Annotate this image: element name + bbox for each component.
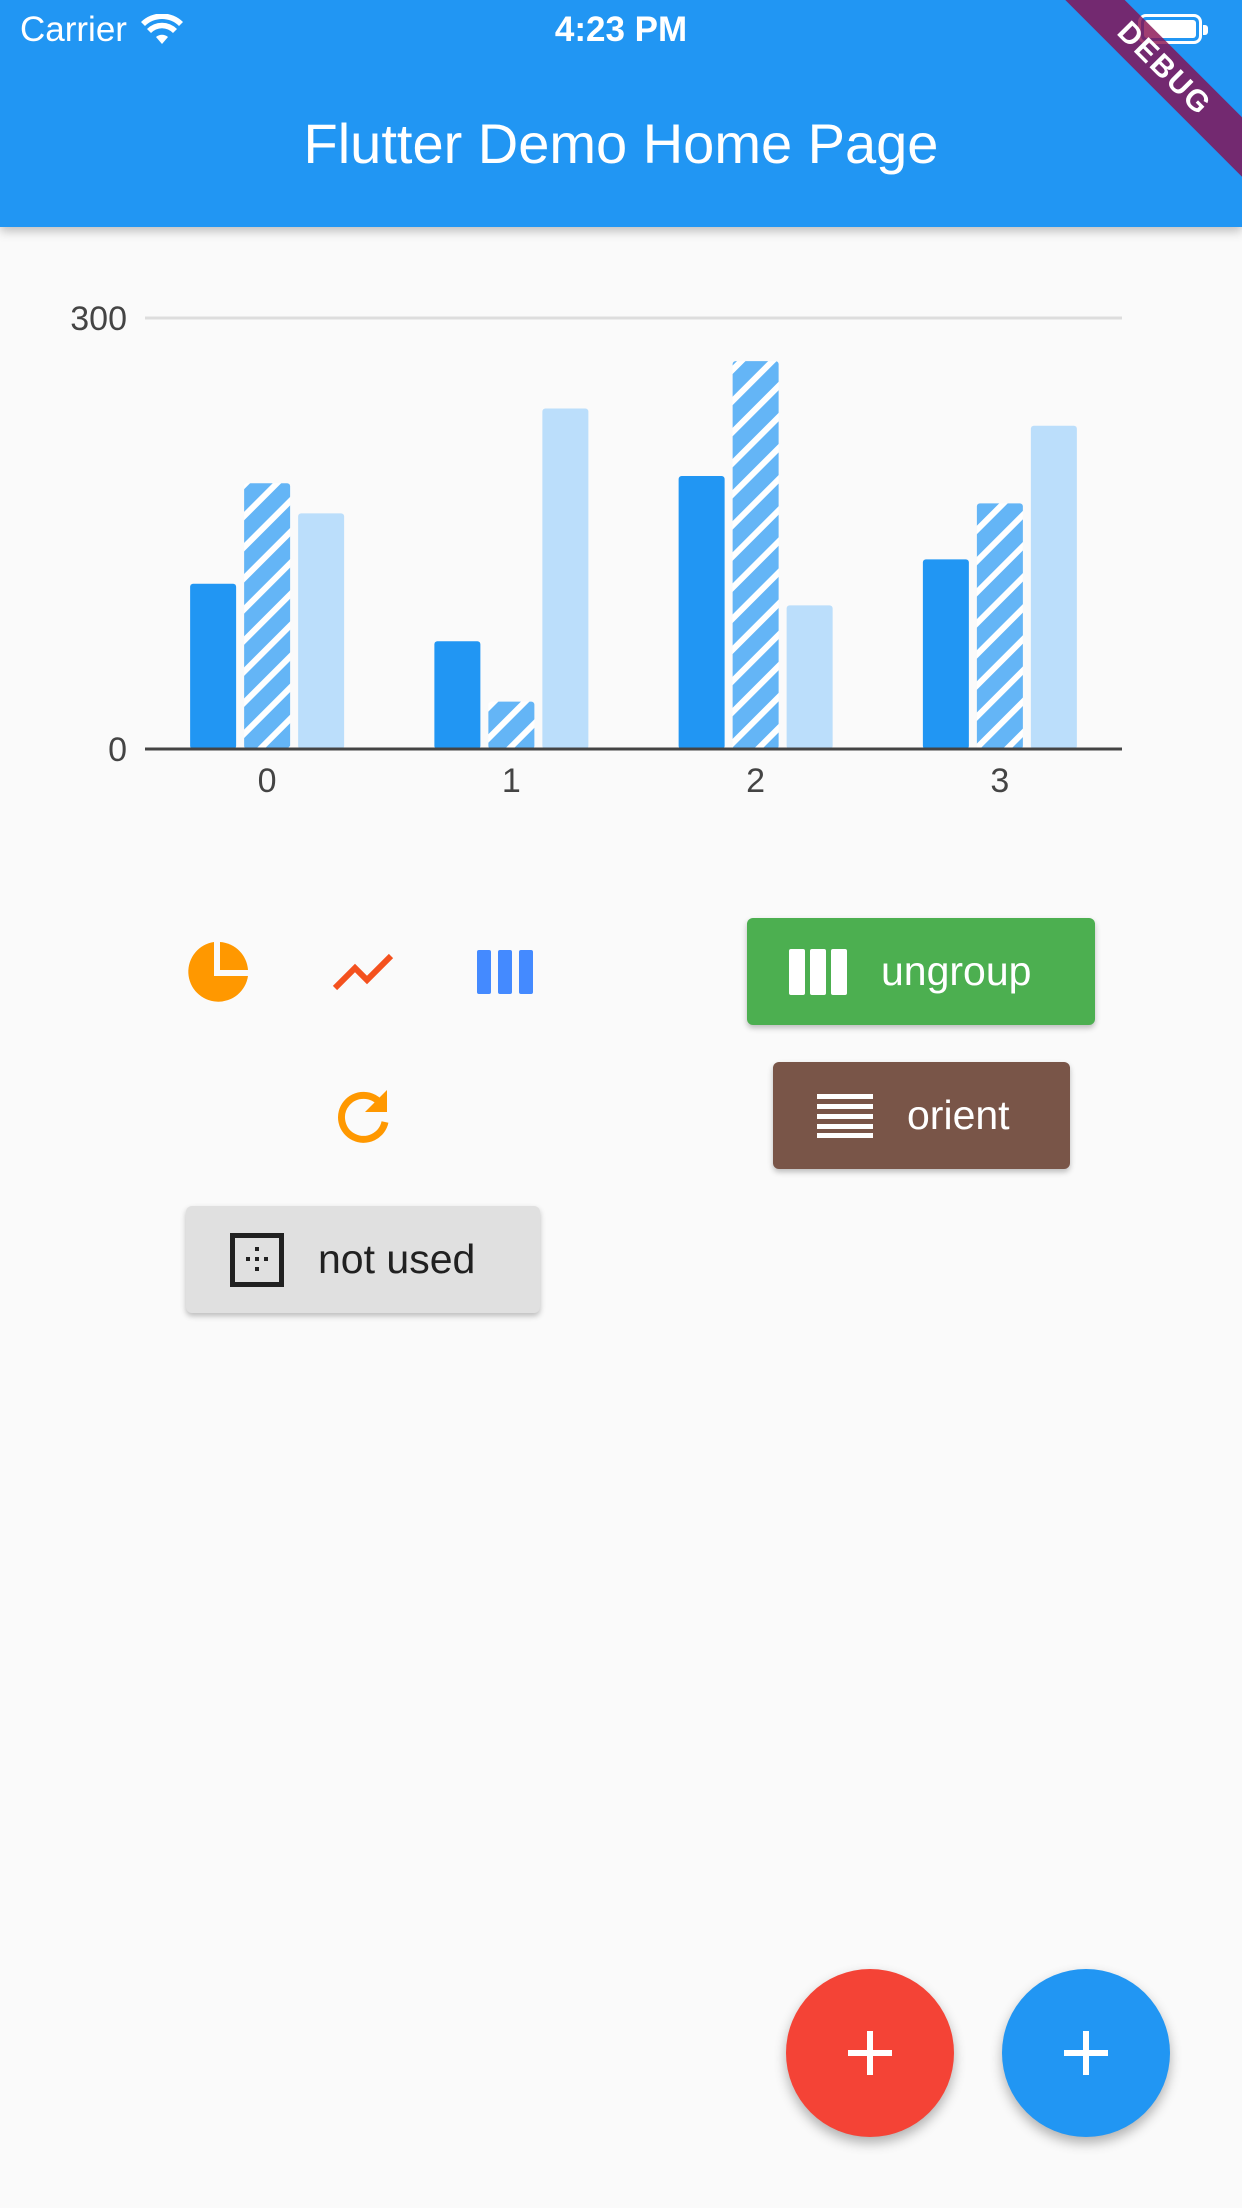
add-fab-blue[interactable]: [1002, 1969, 1170, 2137]
bar: [976, 503, 1023, 749]
refresh-icon[interactable]: [318, 1071, 408, 1161]
not-used-button[interactable]: not used: [186, 1206, 540, 1313]
x-tick-label: 0: [258, 762, 277, 800]
bar: [298, 513, 345, 749]
not-used-button-label: not used: [318, 1236, 476, 1282]
bar: [244, 483, 291, 749]
list-lines-icon: [817, 1093, 873, 1138]
add-icon: [848, 2031, 892, 2075]
orient-button[interactable]: orient: [773, 1062, 1070, 1169]
bar: [434, 641, 481, 749]
add-fab-red[interactable]: [786, 1969, 954, 2137]
orient-button-label: orient: [907, 1092, 1010, 1138]
x-tick-label: 2: [746, 762, 765, 800]
bar: [732, 361, 779, 749]
bar: [922, 559, 969, 749]
line-chart-icon[interactable]: [318, 927, 408, 1017]
app-bar: Carrier 4:23 PM Flutter Demo Home Page: [0, 0, 1242, 227]
y-tick-label: 300: [70, 300, 127, 338]
grid-dots-icon: [230, 1232, 284, 1287]
y-tick-label: 0: [108, 731, 127, 769]
ungroup-button[interactable]: ungroup: [747, 918, 1095, 1025]
status-bar: Carrier 4:23 PM: [0, 0, 1242, 62]
bar-chart: 0 300 0 1 2 3: [70, 300, 1122, 800]
page-title: Flutter Demo Home Page: [303, 112, 939, 175]
ungroup-button-label: ungroup: [881, 948, 1032, 994]
app-screen: Carrier 4:23 PM Flutter Demo Home Page D…: [0, 0, 1242, 2208]
bar: [786, 605, 833, 749]
bar: [190, 583, 237, 749]
bar: [678, 476, 725, 749]
pie-chart-icon[interactable]: [173, 927, 263, 1017]
x-tick-label: 3: [990, 762, 1009, 800]
bar: [542, 408, 589, 749]
view-column-icon: [789, 948, 847, 995]
status-time: 4:23 PM: [554, 10, 688, 49]
bar-chart-icon[interactable]: [460, 927, 550, 1017]
x-tick-label: 1: [502, 762, 521, 800]
bar: [488, 701, 535, 749]
add-icon: [1064, 2031, 1108, 2075]
bar: [1030, 425, 1077, 749]
